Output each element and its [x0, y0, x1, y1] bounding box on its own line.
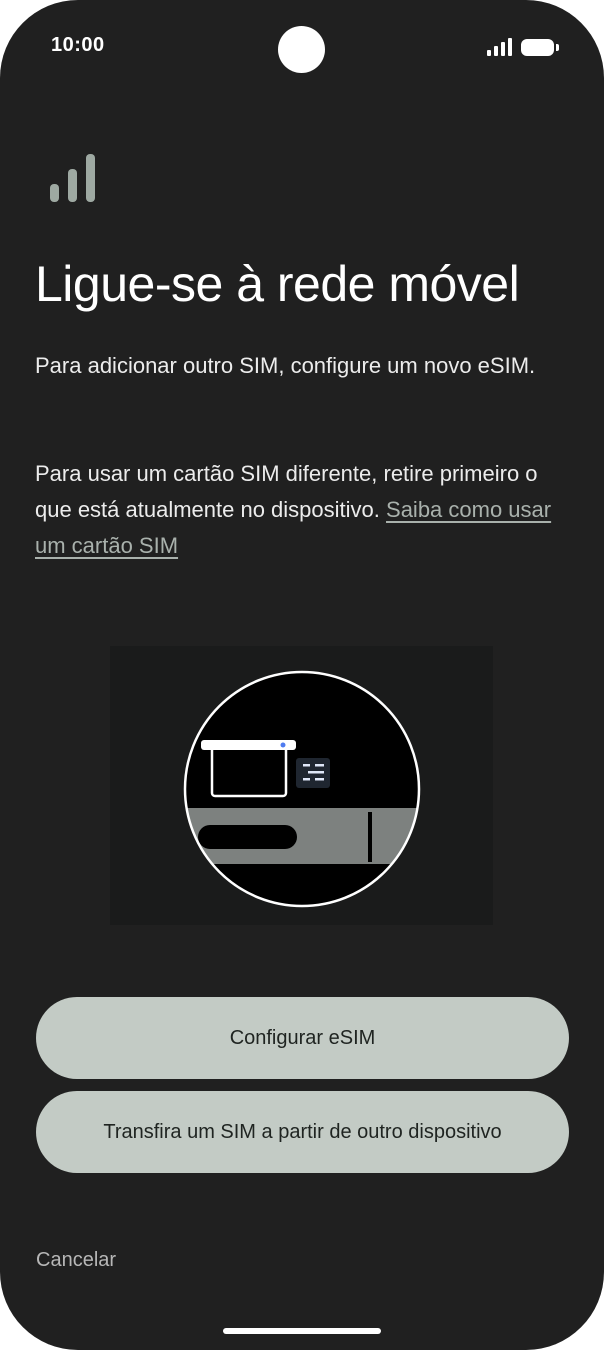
transfer-sim-button[interactable]: Transfira um SIM a partir de outro dispo…: [36, 1091, 569, 1173]
battery-icon: [521, 39, 559, 56]
status-icons: [487, 38, 559, 56]
signal-bars-icon: [50, 154, 95, 202]
sim-card-text: Para usar um cartão SIM diferente, retir…: [35, 456, 580, 564]
home-indicator[interactable]: [223, 1328, 381, 1334]
status-time: 10:00: [51, 34, 105, 56]
phone-screen: 10:00 Ligue-se à rede móvel Para adicion…: [0, 0, 604, 1350]
cellular-signal-icon: [487, 38, 512, 56]
cancel-button[interactable]: Cancelar: [36, 1249, 116, 1272]
page-title: Ligue-se à rede móvel: [35, 256, 520, 312]
configure-esim-button[interactable]: Configurar eSIM: [36, 997, 569, 1079]
intro-text: Para adicionar outro SIM, configure um n…: [35, 353, 536, 378]
camera-cutout: [278, 26, 325, 73]
sim-tray-drawing: [183, 670, 421, 908]
sim-tray-illustration: [110, 646, 493, 925]
